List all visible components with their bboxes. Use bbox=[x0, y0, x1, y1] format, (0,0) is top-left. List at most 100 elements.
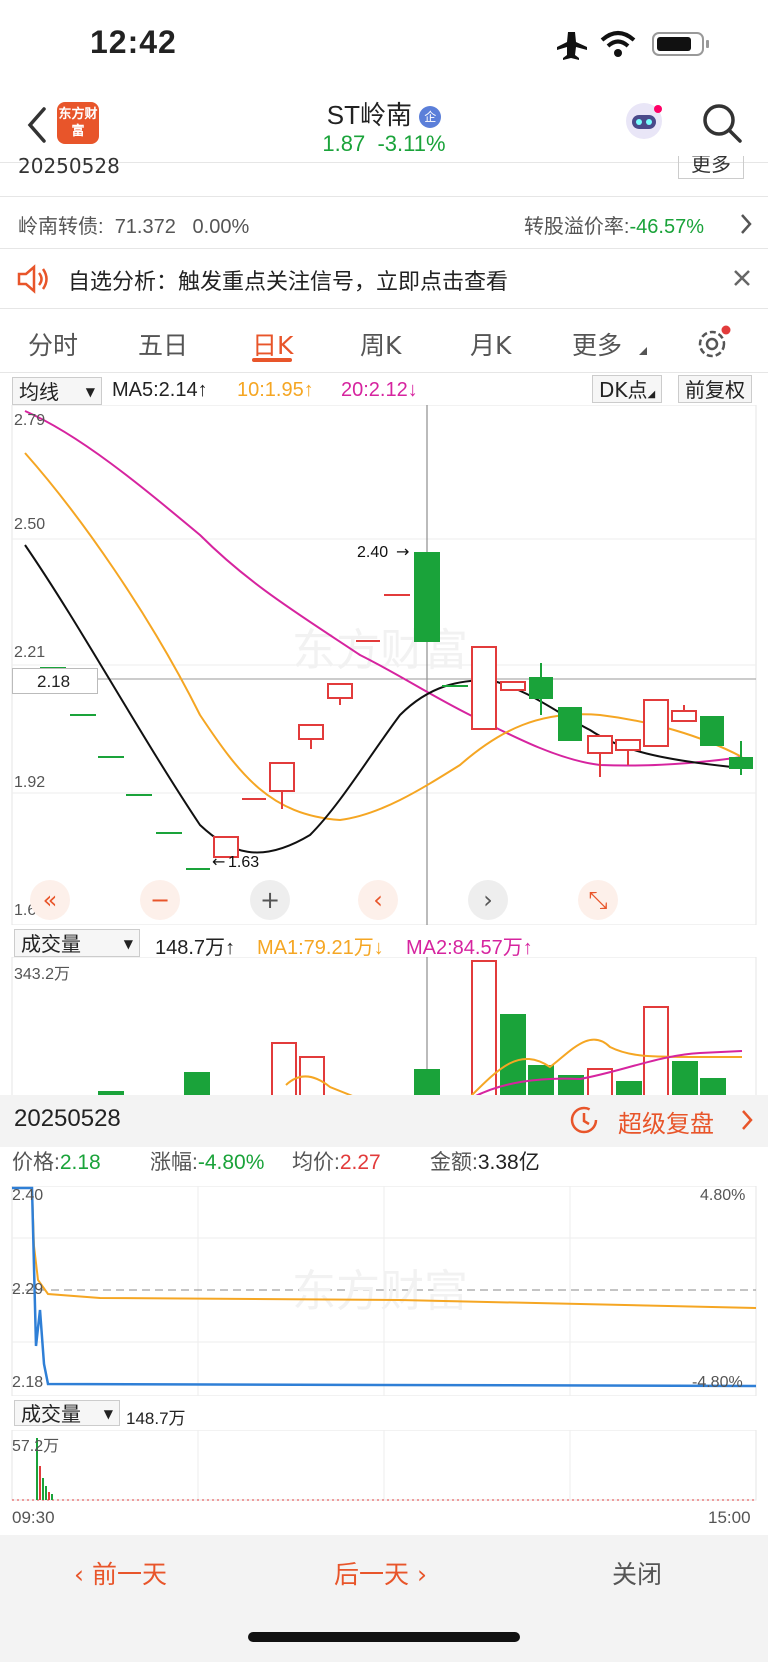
y-tick: 2.79 bbox=[14, 412, 46, 429]
arrow-down-icon: ↓ bbox=[373, 937, 384, 959]
watermark: 东方财富 bbox=[292, 1266, 468, 1317]
dropdown-triangle-icon: ◢ bbox=[647, 389, 656, 400]
amount-info: 金额:3.38亿 bbox=[430, 1146, 540, 1176]
chevron-right-icon[interactable] bbox=[740, 1108, 754, 1132]
dropdown-caret-icon: ▼ bbox=[85, 385, 95, 399]
panel-date: 20250528 bbox=[14, 1105, 121, 1132]
notice-text[interactable]: 自选分析：触发重点关注信号，立即点击查看 bbox=[68, 264, 508, 296]
arrow-up-icon: ↑ bbox=[303, 379, 314, 401]
dk-label: DK点 bbox=[599, 378, 648, 402]
bond-info[interactable]: 岭南转债: 71.372 0.00% bbox=[18, 210, 249, 239]
price-info: 价格:2.18 bbox=[12, 1146, 101, 1176]
volume-ma2-value: MA2:84.57万 bbox=[406, 937, 523, 959]
premium-value: -46.57% bbox=[629, 216, 705, 238]
y-tick: 2.50 bbox=[14, 516, 46, 533]
avg-info: 均价:2.27 bbox=[292, 1146, 381, 1176]
zoom-out-icon[interactable]: − bbox=[140, 880, 180, 920]
intraday-mid-tick: 2.29 bbox=[12, 1281, 44, 1298]
arrow-up-icon: ↑ bbox=[197, 379, 208, 401]
adjust-button[interactable]: 前复权 bbox=[678, 375, 752, 403]
next-day-label: 后一天 bbox=[334, 1560, 410, 1589]
dk-point-button[interactable]: DK点◢ bbox=[592, 375, 663, 403]
speaker-icon bbox=[17, 264, 48, 294]
watermark: 东方财富 bbox=[292, 625, 468, 676]
amount-value: 3.38亿 bbox=[477, 1151, 540, 1174]
tab-daily-k[interactable]: 日K bbox=[252, 326, 293, 362]
gear-icon[interactable] bbox=[694, 324, 734, 360]
bond-value: 71.372 bbox=[114, 216, 176, 238]
volume-chart[interactable] bbox=[0, 957, 768, 1097]
volume-legend: 148.7万↑ bbox=[155, 931, 235, 960]
bond-label: 岭南转债: bbox=[18, 216, 104, 238]
peek-date: 20250528 bbox=[18, 154, 120, 176]
assistant-robot-icon[interactable] bbox=[622, 99, 666, 143]
replay-clock-icon[interactable] bbox=[568, 1104, 600, 1136]
chevron-right-icon[interactable] bbox=[738, 212, 754, 236]
chevron-left-icon: ‹ bbox=[74, 1560, 92, 1589]
low-price-label: 1.63 bbox=[228, 854, 259, 871]
fullscreen-icon[interactable]: ⤡ bbox=[578, 880, 618, 920]
dropdown-triangle-icon bbox=[639, 347, 647, 355]
ma-indicator-label: 均线 bbox=[19, 380, 59, 404]
change-label: 涨幅: bbox=[150, 1151, 198, 1174]
tab-five-day[interactable]: 五日 bbox=[138, 326, 188, 362]
peek-more-button[interactable]: 更多 bbox=[678, 156, 744, 179]
rewind-fast-icon[interactable]: « bbox=[30, 880, 70, 920]
stock-name: ST岭南 bbox=[326, 100, 412, 130]
volume-max-tick: 343.2万 bbox=[14, 966, 71, 983]
next-day-button[interactable]: 后一天 › bbox=[334, 1555, 427, 1591]
tab-monthly-k[interactable]: 月K bbox=[470, 326, 511, 362]
wifi-icon bbox=[600, 31, 636, 57]
ma-indicator-select[interactable]: 均线 ▼ bbox=[12, 377, 102, 405]
super-replay-link[interactable]: 超级复盘 bbox=[618, 1104, 714, 1139]
volume-ma1-legend: MA1:79.21万↓ bbox=[257, 931, 384, 960]
arrow-left-icon: ← bbox=[212, 852, 225, 871]
search-icon[interactable] bbox=[700, 101, 744, 145]
step-left-icon[interactable]: ‹ bbox=[358, 880, 398, 920]
time-start: 09:30 bbox=[12, 1508, 55, 1527]
airplane-icon bbox=[557, 32, 587, 60]
bond-change: 0.00% bbox=[192, 216, 250, 238]
stock-price: 1.87 bbox=[322, 131, 366, 156]
tab-more[interactable]: 更多 bbox=[572, 326, 622, 362]
zoom-in-icon[interactable]: + bbox=[250, 880, 290, 920]
status-bar: 12:42 bbox=[0, 0, 768, 95]
price-value: 2.18 bbox=[59, 1151, 101, 1174]
time-end: 15:00 bbox=[708, 1508, 751, 1527]
tab-minute[interactable]: 分时 bbox=[28, 326, 78, 362]
volume-indicator-label: 成交量 bbox=[21, 932, 81, 956]
avg-value: 2.27 bbox=[339, 1151, 381, 1174]
volume-indicator-select[interactable]: 成交量 ▼ bbox=[14, 929, 140, 957]
tab-active-indicator bbox=[252, 358, 292, 362]
stock-change: -3.11% bbox=[377, 131, 446, 156]
step-right-icon[interactable]: › bbox=[468, 880, 508, 920]
premium-info[interactable]: 转股溢价率:-46.57% bbox=[524, 210, 704, 239]
intraday-up-pct-tick: 4.80% bbox=[700, 1187, 746, 1204]
arrow-down-icon: ↓ bbox=[407, 379, 418, 401]
intraday-volume-chart[interactable] bbox=[0, 1430, 768, 1502]
prev-day-button[interactable]: ‹ 前一天 bbox=[74, 1555, 167, 1591]
arrow-right-icon: → bbox=[396, 542, 409, 561]
close-button[interactable]: 关闭 bbox=[612, 1555, 662, 1591]
premium-label: 转股溢价率: bbox=[523, 216, 630, 238]
intraday-volume-select[interactable]: 成交量 ▼ bbox=[14, 1400, 120, 1426]
intraday-low-tick: 2.18 bbox=[12, 1374, 44, 1391]
home-indicator[interactable] bbox=[248, 1632, 520, 1642]
close-icon[interactable] bbox=[732, 268, 752, 288]
ma5-legend: MA5:2.14↑ bbox=[112, 379, 208, 402]
intraday-volume-label: 成交量 bbox=[21, 1402, 81, 1426]
kline-chart[interactable]: 东方财富 2.40 → ← 1.63 bbox=[0, 405, 768, 925]
intraday-chart[interactable]: 东方财富 bbox=[0, 1186, 768, 1396]
tab-weekly-k[interactable]: 周K bbox=[360, 326, 401, 362]
arrow-up-icon: ↑ bbox=[225, 937, 236, 959]
status-time: 12:42 bbox=[90, 24, 177, 60]
y-tick: 2.21 bbox=[14, 644, 46, 661]
arrow-up-icon: ↑ bbox=[522, 937, 533, 959]
prev-day-label: 前一天 bbox=[91, 1560, 167, 1589]
change-value: -4.80% bbox=[197, 1151, 265, 1174]
volume-value: 148.7万 bbox=[155, 937, 226, 959]
period-tabs: 分时 五日 日K 周K 月K 更多 bbox=[0, 312, 768, 372]
intraday-volume-value: 148.7万 bbox=[126, 1409, 186, 1428]
crosshair-price-tag: 2.18 bbox=[12, 668, 98, 694]
intraday-down-pct-tick: -4.80% bbox=[692, 1374, 743, 1391]
